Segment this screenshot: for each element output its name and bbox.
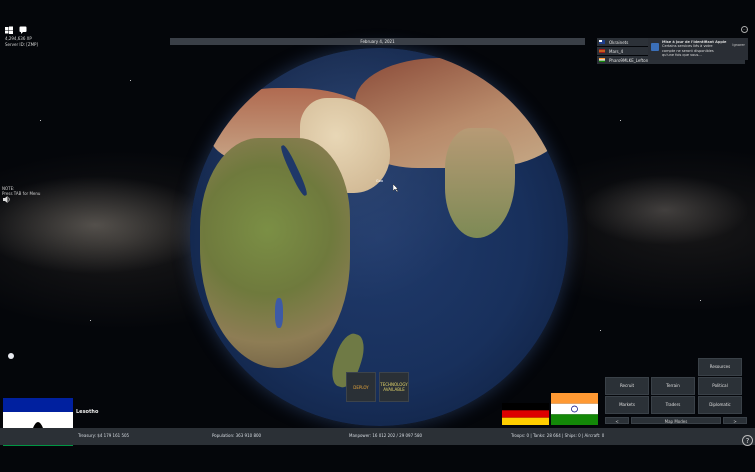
technology-button[interactable]: TECHNOLOGY AVAILABLE xyxy=(379,372,409,402)
city-label: Goa xyxy=(376,179,383,183)
resources-button[interactable]: Resources xyxy=(698,358,742,376)
diplomatic-button[interactable]: Diplomatic xyxy=(698,396,742,414)
help-label: ? xyxy=(745,437,750,445)
population-stat: Population: 363 910 800 xyxy=(212,433,262,438)
notification-body: Certains services liés à votre compte ne… xyxy=(662,44,714,58)
deploy-button[interactable]: DEPLOY xyxy=(346,372,376,402)
date-bar: February 4, 2021 xyxy=(170,38,585,45)
terrain-button[interactable]: Terrain xyxy=(651,377,695,395)
world-globe[interactable]: Goa xyxy=(190,48,568,426)
server-label: Server ID: [ZMP] xyxy=(5,42,38,47)
notification-toast[interactable]: Mise à jour de l'identifiant Apple Certa… xyxy=(648,38,748,60)
diplomatic-label: Diplomatic xyxy=(709,402,731,407)
country-name: Lesotho xyxy=(76,409,99,415)
windows-icon[interactable] xyxy=(5,26,13,34)
resources-label: Resources xyxy=(709,364,731,369)
political-label: Political xyxy=(712,383,728,388)
map-mode-prev-button[interactable]: < xyxy=(605,417,629,424)
player-name: Okrainets xyxy=(609,39,629,45)
star xyxy=(40,120,41,121)
flag-icon xyxy=(599,58,605,62)
political-button[interactable]: Political xyxy=(698,377,742,395)
india-flag[interactable] xyxy=(551,393,598,425)
map-modes-button[interactable]: Map Modes xyxy=(631,417,721,424)
date-label: February 4, 2021 xyxy=(360,39,395,44)
status-bar: Treasury: $4 179 161 505 Population: 363… xyxy=(0,428,755,445)
map-mode-next-button[interactable]: > xyxy=(723,417,747,424)
markets-button[interactable]: Markets xyxy=(605,396,649,414)
help-icon[interactable]: ? xyxy=(742,435,753,446)
traders-label: Traders xyxy=(665,402,681,407)
chat-icon[interactable] xyxy=(19,26,27,34)
deploy-label: DEPLOY xyxy=(353,384,369,390)
terrain-label: Terrain xyxy=(666,383,680,388)
star xyxy=(90,320,91,321)
markets-label: Markets xyxy=(619,402,635,407)
player-name: Mars_4 xyxy=(609,48,624,54)
overflow-menu-icon[interactable]: ⋯ xyxy=(741,26,748,33)
germany-flag[interactable] xyxy=(502,403,549,425)
manpower-stat: Manpower: 16 012 202 / 29 097 580 xyxy=(349,433,423,438)
apple-id-icon xyxy=(651,43,659,51)
recruit-label: Recruit xyxy=(619,383,635,388)
star xyxy=(700,300,701,301)
mouse-cursor-icon xyxy=(393,184,399,192)
note: NOTE: Press TAB for Menu xyxy=(2,186,40,196)
flag-icon xyxy=(599,40,605,44)
star xyxy=(620,120,621,121)
next-arrow-icon: > xyxy=(733,419,737,424)
land-india xyxy=(445,128,515,238)
xp-label: 4,294,636 XP xyxy=(5,36,32,41)
moon xyxy=(8,353,14,359)
military-stat: Troops: 0 | Tanks: 28 664 | Ships: 0 | A… xyxy=(511,433,605,438)
traders-button[interactable]: Traders xyxy=(651,396,695,414)
map-modes-label: Map Modes xyxy=(664,419,688,424)
technology-label: TECHNOLOGY AVAILABLE xyxy=(380,382,408,392)
star xyxy=(130,80,131,81)
prev-arrow-icon: < xyxy=(615,419,619,424)
player-name: Pharo9MLKE_Lefton xyxy=(609,57,649,63)
recruit-button[interactable]: Recruit xyxy=(605,377,649,395)
star xyxy=(600,330,601,331)
land-africa xyxy=(200,138,350,368)
flag-icon xyxy=(599,49,605,53)
speaker-icon[interactable] xyxy=(3,196,11,203)
lake xyxy=(275,298,283,328)
dismiss-button[interactable]: Ignorer xyxy=(732,43,745,47)
treasury-stat: Treasury: $4 179 161 505 xyxy=(78,433,130,438)
